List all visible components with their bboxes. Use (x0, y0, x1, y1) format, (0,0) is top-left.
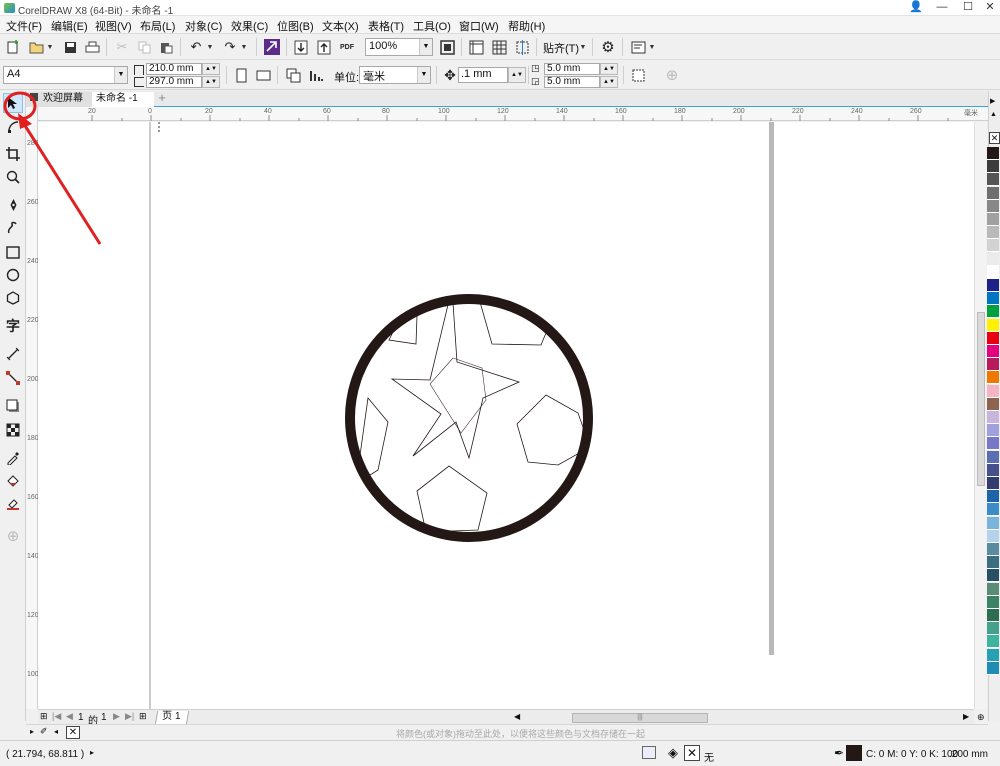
annotation-arrow-line (22, 123, 102, 245)
annotation-overlay (3, 91, 102, 245)
